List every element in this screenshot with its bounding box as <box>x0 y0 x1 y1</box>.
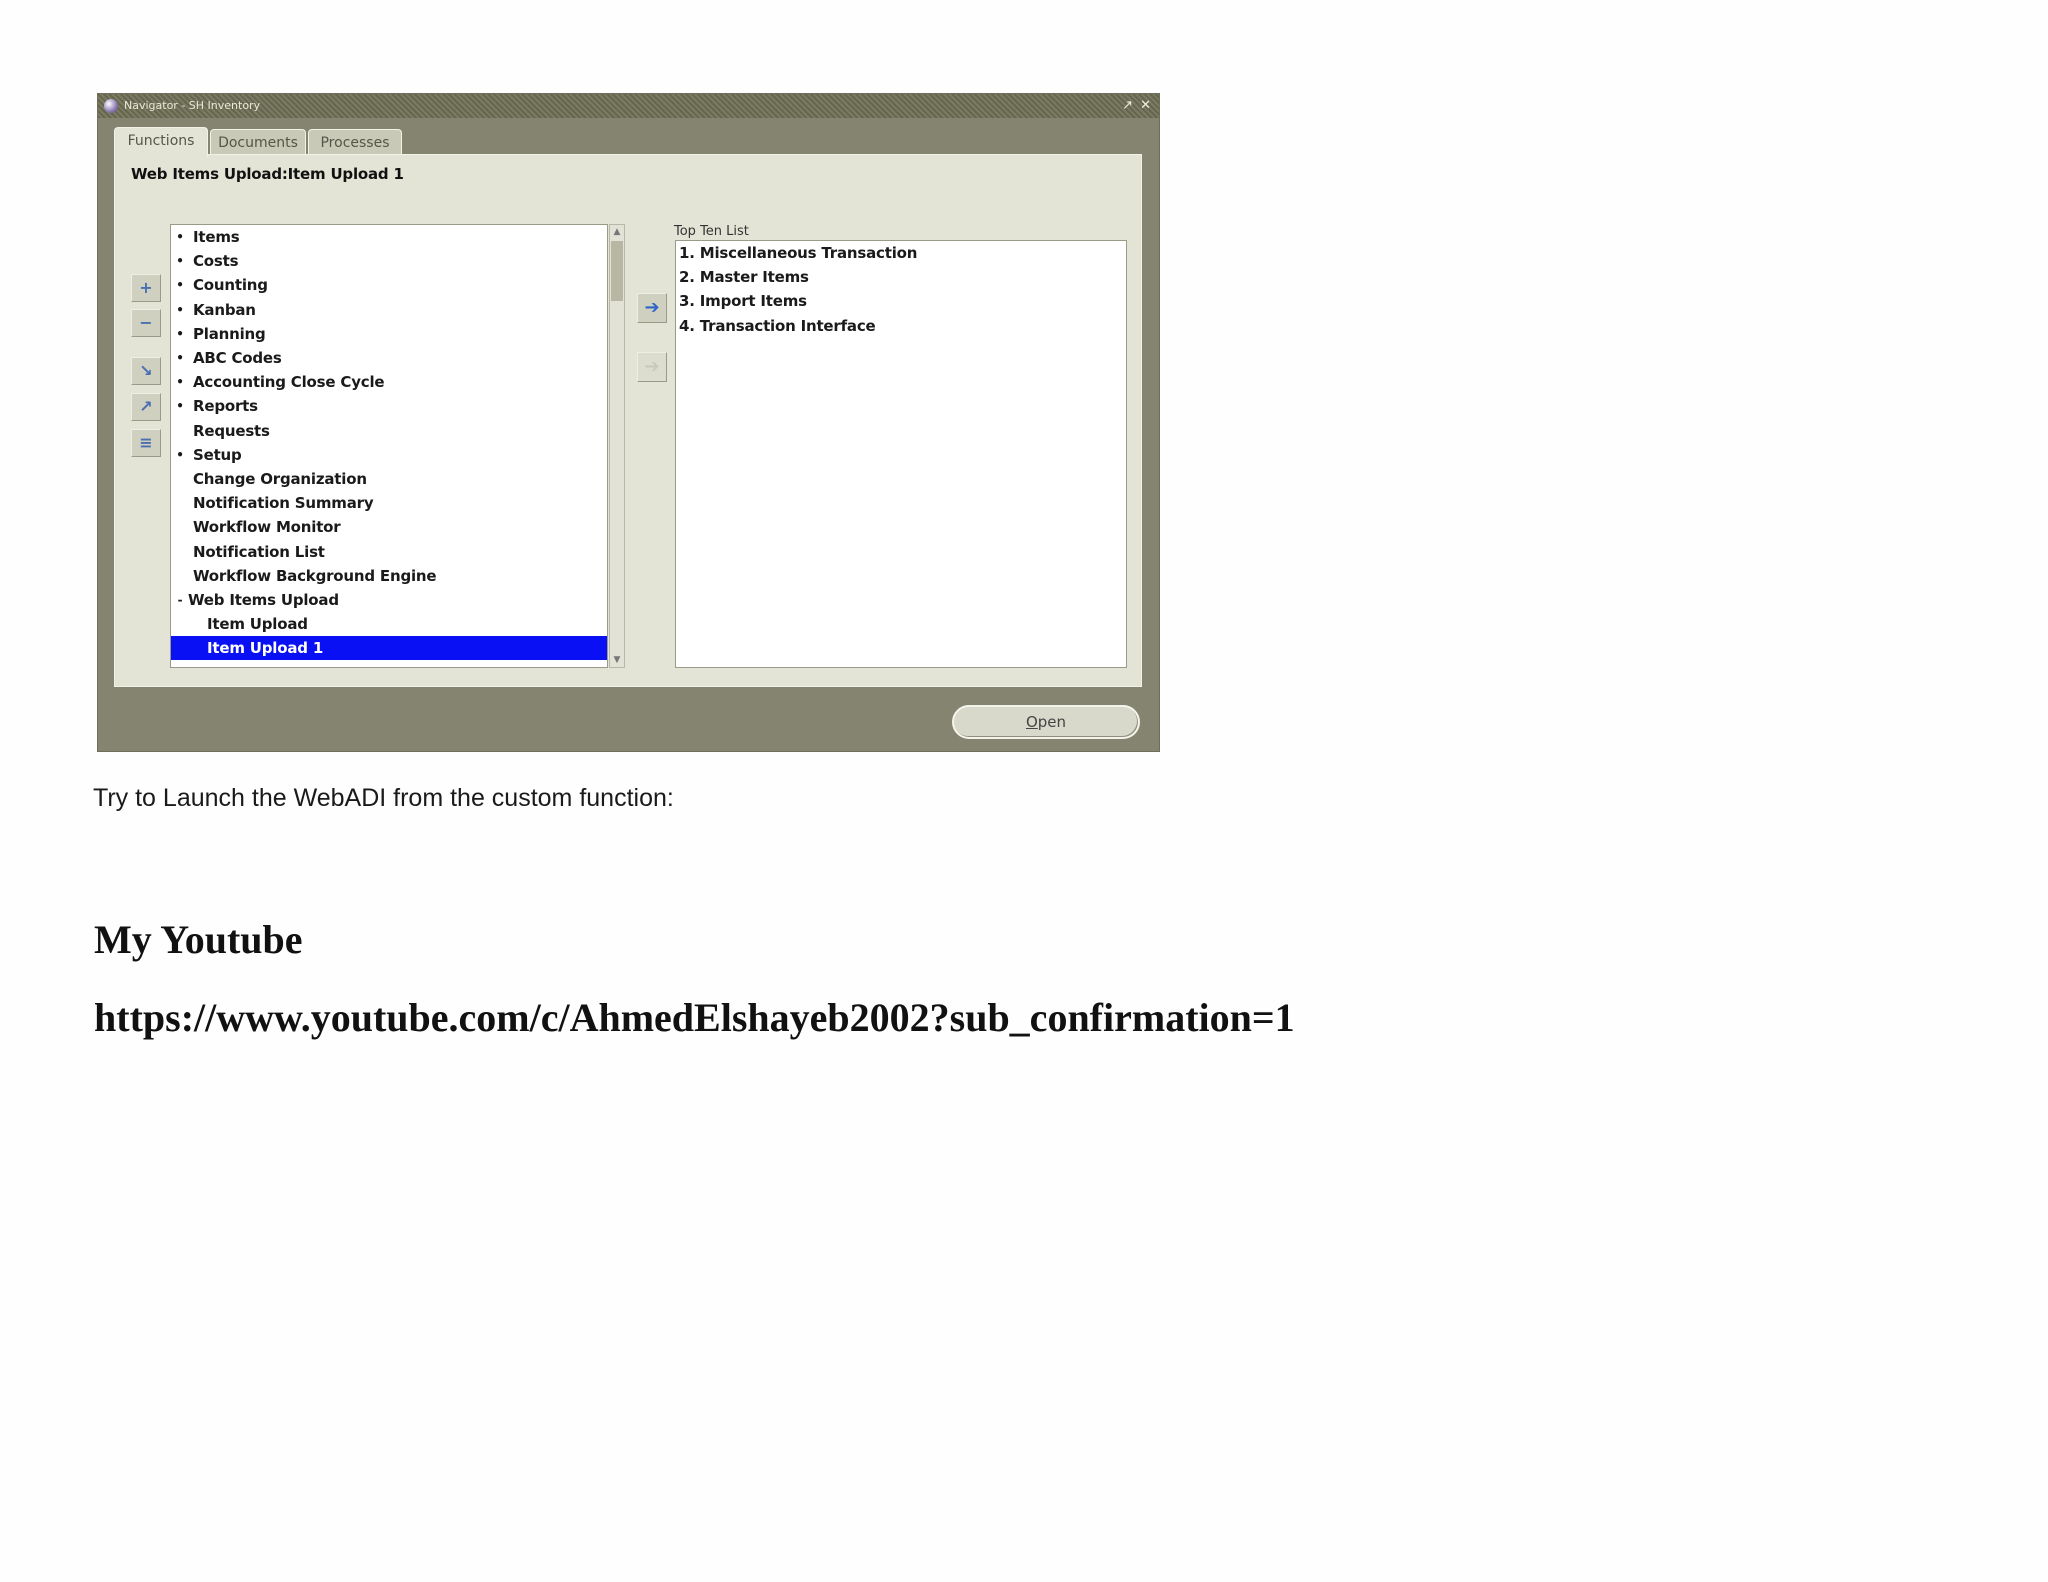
close-icon[interactable]: ✕ <box>1140 94 1151 118</box>
tree-item-label: Items <box>193 228 240 246</box>
window-title: Navigator - SH Inventory <box>124 99 261 112</box>
tree-item-label: Reports <box>193 397 258 416</box>
tree-item[interactable]: Workflow Monitor <box>171 515 607 539</box>
tree-item-label: Workflow Background Engine <box>193 566 437 585</box>
open-button-label: pen <box>1037 713 1067 731</box>
tree-item[interactable]: • Costs <box>171 249 607 273</box>
caption-text: Try to Launch the WebADI from the custom… <box>93 784 674 812</box>
tree-item[interactable]: Notification List <box>171 540 607 564</box>
tree-item-label: Change Organization <box>193 470 367 488</box>
tree-item[interactable]: - Web Items Upload <box>171 588 607 612</box>
tree-item-label: Workflow Monitor <box>193 518 341 537</box>
tree-item[interactable]: Item Upload 1 <box>171 636 607 661</box>
functions-panel: Web Items Upload:Item Upload 1 + − ↘ ↗ ≡… <box>114 154 1142 687</box>
youtube-link[interactable]: https://www.youtube.com/c/AhmedElshayeb2… <box>94 994 1295 1041</box>
tree-bullet-icon[interactable]: • <box>175 346 185 370</box>
tree-item[interactable]: • Kanban <box>171 298 607 322</box>
tree-item-label: Planning <box>193 324 266 343</box>
top-ten-item[interactable]: 2. Master Items <box>679 265 809 289</box>
tab-functions[interactable]: Functions <box>114 127 208 157</box>
tree-item[interactable]: Notification Summary <box>171 491 607 515</box>
tree-bullet-icon[interactable]: • <box>175 273 185 297</box>
top-ten-item[interactable]: 3. Import Items <box>679 289 807 313</box>
tree-expanded-icon[interactable]: - <box>175 588 185 612</box>
tree-item[interactable]: • Items <box>171 225 607 249</box>
scroll-thumb[interactable] <box>611 241 623 301</box>
tree-bullet-icon[interactable]: • <box>175 225 185 249</box>
function-tree[interactable]: • Items • Costs • Counting • Kanban • Planning • AB… <box>170 224 608 668</box>
collapse-icon[interactable]: − <box>131 309 161 337</box>
tree-bullet-icon[interactable]: • <box>175 249 185 273</box>
tree-item[interactable]: Change Organization <box>171 467 607 491</box>
tree-item[interactable]: • ABC Codes <box>171 346 607 370</box>
window-titlebar[interactable]: Navigator - SH Inventory ↗ ✕ <box>98 94 1159 118</box>
navigator-window: Navigator - SH Inventory ↗ ✕ Functions D… <box>97 93 1160 752</box>
tree-item-label: Notification List <box>193 542 325 561</box>
tree-item-label: Kanban <box>193 300 256 319</box>
tree-item-label: Accounting Close Cycle <box>193 373 385 392</box>
top-ten-item[interactable]: 4. Transaction Interface <box>679 314 876 338</box>
expand-all-icon[interactable]: ↗ <box>131 393 161 421</box>
tree-bullet-icon[interactable]: • <box>175 370 185 394</box>
remove-from-top-ten-button[interactable]: ➔ <box>637 352 667 382</box>
tree-item-label: Item Upload <box>207 615 308 634</box>
tree-item[interactable]: • Setup <box>171 443 607 467</box>
app-icon <box>104 99 118 113</box>
tree-bullet-icon[interactable]: • <box>175 298 185 322</box>
youtube-heading: My Youtube <box>94 917 303 962</box>
open-button-mnemonic: O <box>1025 713 1038 731</box>
scroll-down-icon[interactable]: ▼ <box>610 653 624 667</box>
tree-item[interactable]: Requests <box>171 419 607 443</box>
expand-branch-icon[interactable]: ↘ <box>131 357 161 385</box>
top-ten-item[interactable]: 1. Miscellaneous Transaction <box>679 241 917 265</box>
selected-path-label: Web Items Upload:Item Upload 1 <box>131 165 404 183</box>
add-to-top-ten-button[interactable]: ➔ <box>637 293 667 323</box>
tree-item-label: Costs <box>193 252 239 271</box>
minimize-icon[interactable]: ↗ <box>1122 94 1133 118</box>
collapse-all-icon[interactable]: ≡ <box>131 429 161 457</box>
tree-item[interactable]: Workflow Background Engine <box>171 564 607 588</box>
tab-processes[interactable]: Processes <box>308 129 402 156</box>
top-ten-label: Top Ten List <box>674 224 749 239</box>
tree-item-label: Setup <box>193 445 242 464</box>
tree-scrollbar[interactable]: ▲ ▼ <box>609 224 625 668</box>
tree-item[interactable]: • Accounting Close Cycle <box>171 370 607 394</box>
open-button[interactable]: Open <box>952 705 1140 739</box>
tree-item[interactable]: • Reports <box>171 394 607 418</box>
tree-item[interactable]: • Planning <box>171 322 607 346</box>
tree-item[interactable]: • Counting <box>171 273 607 297</box>
expand-icon[interactable]: + <box>131 274 161 302</box>
scroll-up-icon[interactable]: ▲ <box>610 225 624 239</box>
tree-item-label: Web Items Upload <box>188 591 339 609</box>
top-ten-list[interactable]: 1. Miscellaneous Transaction 2. Master It… <box>675 240 1127 668</box>
tree-item-label: Notification Summary <box>193 494 374 513</box>
tree-item-label: ABC Codes <box>193 349 282 367</box>
tree-item-label: Counting <box>193 276 268 295</box>
tree-bullet-icon[interactable]: • <box>175 443 185 467</box>
tree-item-label: Item Upload 1 <box>207 639 324 658</box>
tree-bullet-icon[interactable]: • <box>175 394 185 418</box>
tree-bullet-icon[interactable]: • <box>175 322 185 346</box>
tree-item[interactable]: Item Upload <box>171 612 607 636</box>
tree-item-label: Requests <box>193 421 270 440</box>
tab-documents[interactable]: Documents <box>210 129 306 156</box>
